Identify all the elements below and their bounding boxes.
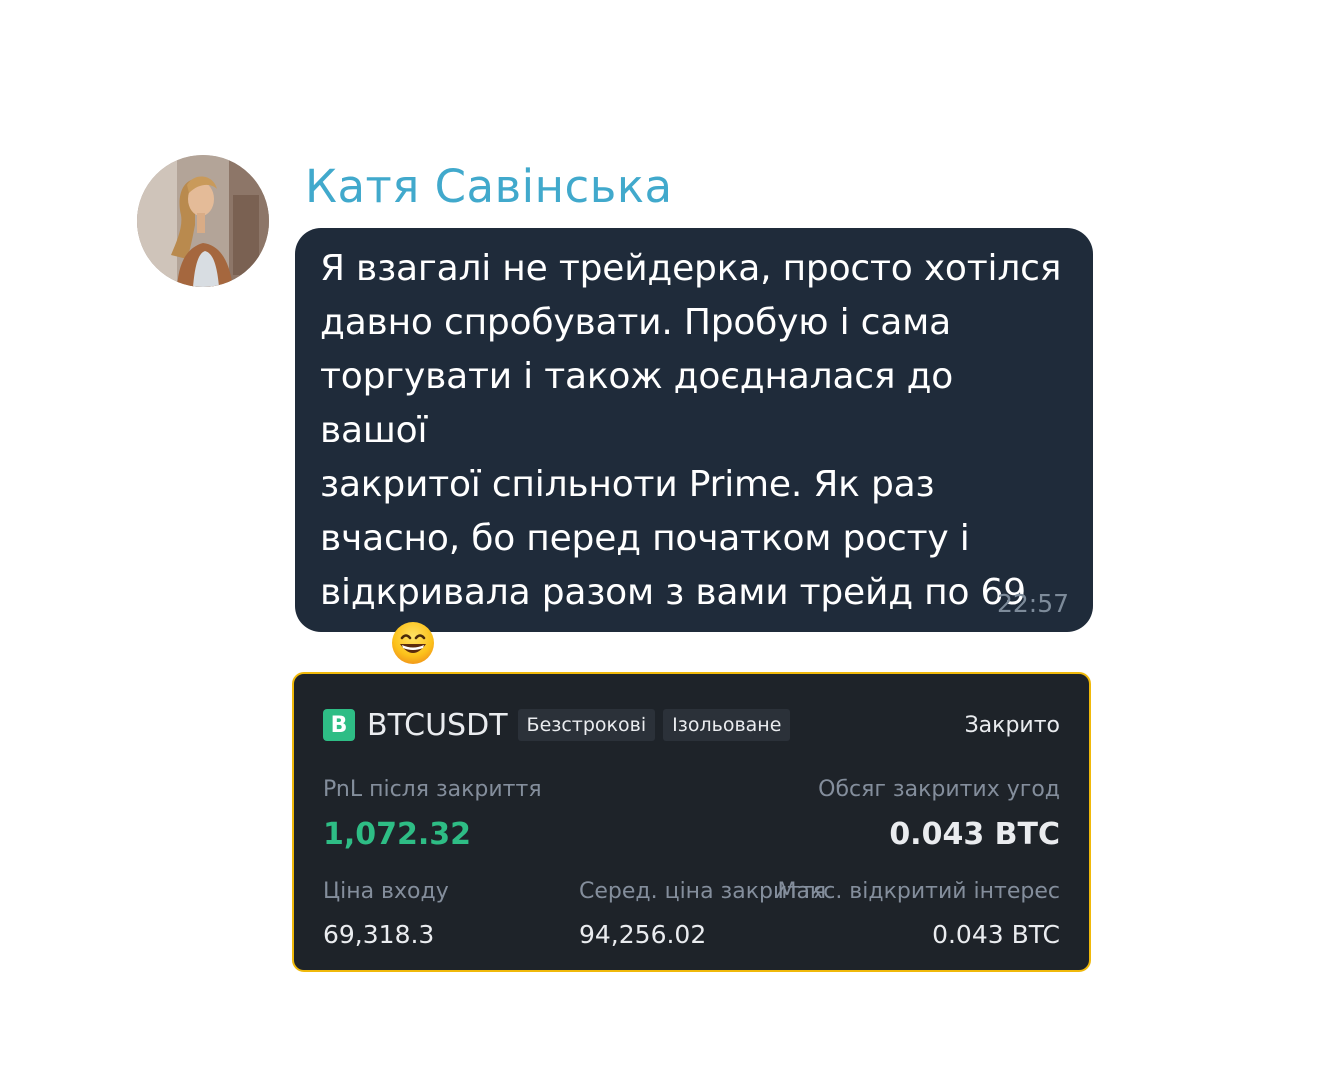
pnl-value: 1,072.32	[323, 817, 472, 852]
tag-isolated: Ізольоване	[663, 709, 791, 741]
avg-close-price-value: 94,256.02	[579, 920, 707, 949]
grinning-face-emoji-icon	[391, 622, 434, 664]
screenshot-page: Катя Савінська Я взагалі не трейдерка, п…	[0, 0, 1330, 1080]
pair-name: BTCUSDT	[367, 707, 508, 743]
message-bubble[interactable]: Я взагалі не трейдерка, просто хотілся д…	[295, 228, 1093, 667]
entry-price-value: 69,318.3	[323, 920, 435, 949]
avatar[interactable]	[137, 155, 269, 287]
status-badge: Закрито	[964, 712, 1060, 738]
volume-value: 0.043 BTC	[889, 817, 1060, 852]
volume-label: Обсяг закритих угод	[818, 777, 1060, 802]
trade-card-header: B BTCUSDT Безстрокові Ізольоване Закрито	[323, 705, 1060, 745]
sender-name[interactable]: Катя Савінська	[305, 160, 673, 213]
message-time: 22:57	[996, 589, 1069, 618]
avatar-photo	[137, 155, 269, 287]
max-open-interest-label: Макс. відкритий інтерес	[777, 879, 1060, 904]
max-open-interest-value: 0.043 BTC	[932, 920, 1060, 949]
message-body: Я взагалі не трейдерка, просто хотілся д…	[320, 248, 1062, 667]
tag-perpetual: Безстрокові	[517, 709, 656, 741]
entry-price-label: Ціна входу	[323, 879, 449, 904]
pnl-label: PnL після закриття	[323, 777, 542, 802]
trade-card[interactable]: B BTCUSDT Безстрокові Ізольоване Закрито…	[292, 672, 1091, 972]
message-text: Я взагалі не трейдерка, просто хотілся д…	[320, 242, 1069, 674]
pair-badge: B	[323, 709, 355, 741]
